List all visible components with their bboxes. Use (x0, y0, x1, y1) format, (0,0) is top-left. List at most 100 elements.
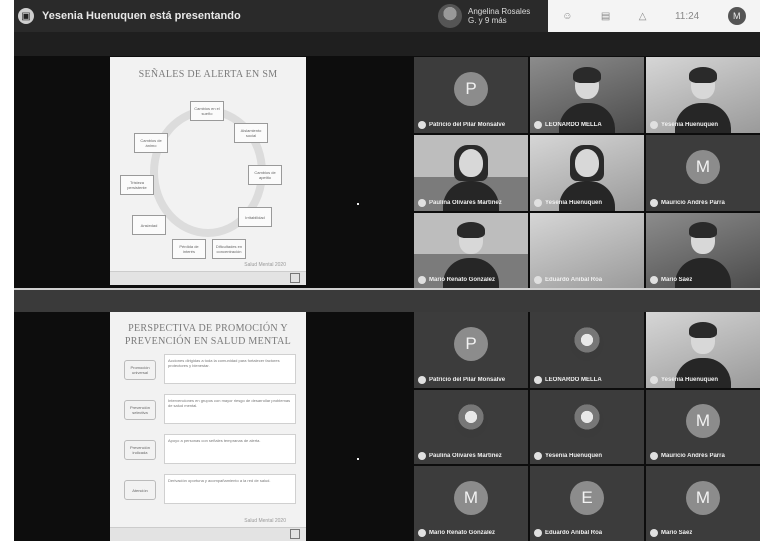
participant-tile[interactable]: P Patricio del Pilar Monsalve (414, 57, 528, 133)
row-text: Apoyo a personas con señales tempranas d… (164, 434, 296, 464)
participant-tile[interactable]: Paulina Olivares Martínez (414, 390, 528, 464)
chat-icon[interactable]: ▤ (601, 11, 610, 22)
participant-name: Paulina Olivares Martínez (429, 200, 502, 206)
meeting-screen-top: SEÑALES DE ALERTA EN SM Cambios en el su… (14, 32, 760, 288)
participant-tile[interactable]: Mario Sáez (646, 213, 760, 288)
avatar (570, 404, 604, 439)
mic-icon (534, 121, 542, 129)
participant-name: Mario Sáez (661, 530, 693, 536)
screen-header-band (14, 32, 760, 56)
mic-icon (418, 376, 426, 384)
participant-name: Yesenia Huenuquen (661, 122, 719, 128)
participant-name: Yesenia Huenuquen (545, 200, 603, 206)
participant-tile[interactable]: P Patricio del Pilar Monsalve (414, 312, 528, 388)
avatar: M (686, 404, 720, 439)
cycle-box: Irritabilidad (238, 207, 272, 227)
mic-icon (650, 276, 658, 284)
participant-name: Mauricio Andrés Parra (661, 453, 725, 459)
slide-title-line: PERSPECTIVA DE PROMOCIÓN Y (128, 323, 288, 334)
row-label: Prevención selectiva (124, 400, 156, 420)
participant-name: Paulina Olivares Martínez (429, 453, 502, 459)
row-label: Atención (124, 480, 156, 500)
participant-name: Eduardo Aníbal Roa (545, 277, 603, 283)
perspective-row: Prevención indicada Apoyo a personas con… (124, 434, 296, 466)
avatar: P (454, 71, 488, 106)
user-avatar[interactable]: M (727, 7, 746, 25)
participant-name: Mario Sáez (661, 277, 693, 283)
row-text: Intervenciones en grupos con mayor riesg… (164, 394, 296, 424)
avatar: M (454, 480, 488, 515)
pointer-icon (357, 203, 359, 205)
participant-name: Patricio del Pilar Monsalve (429, 377, 506, 383)
avatar: P (454, 326, 488, 361)
participant-tile[interactable]: Yesenia Huenuquen (646, 312, 760, 388)
people-icon[interactable]: ☺ (562, 11, 572, 22)
avatar (570, 326, 604, 361)
row-text: Acciones dirigidas a toda la comunidad p… (164, 354, 296, 384)
participant-tile[interactable]: M Mario Sáez (646, 466, 760, 541)
cycle-box: Cambios de apetito (248, 165, 282, 185)
mini-tile-name: Angelina Rosales G. y 9 más (468, 7, 531, 25)
cycle-box: Aislamiento social (234, 123, 268, 143)
mic-icon (418, 276, 426, 284)
participant-name: Yesenia Huenuquen (545, 453, 603, 459)
pointer-icon (357, 458, 359, 460)
meeting-screen-bottom: PERSPECTIVA DE PROMOCIÓN Y PREVENCIÓN EN… (14, 312, 760, 541)
participant-tile[interactable]: Yesenia Huenuquen (530, 135, 644, 211)
meeting-top-bar: ▣ Yesenia Huenuquen está presentando Ang… (14, 0, 760, 32)
avatar: E (570, 480, 604, 515)
presented-slide: SEÑALES DE ALERTA EN SM Cambios en el su… (110, 57, 306, 285)
participant-tile[interactable]: LEONARDO MELLA (530, 312, 644, 388)
activities-icon[interactable]: △ (639, 11, 647, 22)
row-label: Prevención indicada (124, 440, 156, 460)
slide-footer: Salud Mental 2020 (244, 262, 286, 268)
mic-icon (534, 199, 542, 207)
mic-icon (418, 121, 426, 129)
slide-bottom-bar (110, 271, 306, 285)
present-screen-icon: ▣ (18, 8, 34, 24)
top-controls: ☺ ▤ △ 11:24 M (548, 0, 760, 32)
avatar (454, 404, 488, 439)
clock-text: 11:24 (674, 10, 700, 22)
participant-tile[interactable]: Mario Renato Gonzalez (414, 213, 528, 288)
row-text: Derivación oportuna y acompañamiento a l… (164, 474, 296, 504)
participant-name: Patricio del Pilar Monsalve (429, 122, 506, 128)
participant-tile[interactable]: Eduardo Aníbal Roa (530, 213, 644, 288)
participant-tile[interactable]: Paulina Olivares Martínez (414, 135, 528, 211)
cycle-box: Ansiedad (132, 215, 166, 235)
participant-tile[interactable]: M Mauricio Andrés Parra (646, 135, 760, 211)
mic-icon (534, 376, 542, 384)
participant-tile[interactable]: M Mario Renato Gonzalez (414, 466, 528, 541)
participant-grid: P Patricio del Pilar Monsalve LEONARDO M… (414, 312, 760, 541)
slide-footer: Salud Mental 2020 (244, 518, 286, 524)
cycle-box: Pérdida de interés (172, 239, 206, 259)
participant-name: Mario Renato Gonzalez (429, 530, 496, 536)
participant-name: Yesenia Huenuquen (661, 377, 719, 383)
participant-name: Mario Renato Gonzalez (429, 277, 496, 283)
presenting-text: Yesenia Huenuquen está presentando (42, 10, 241, 22)
mic-icon (650, 121, 658, 129)
mic-icon (534, 529, 542, 537)
mic-icon (650, 529, 658, 537)
mic-icon (418, 452, 426, 460)
mic-icon (534, 452, 542, 460)
mic-icon (650, 452, 658, 460)
presented-slide: PERSPECTIVA DE PROMOCIÓN Y PREVENCIÓN EN… (110, 312, 306, 541)
participant-tile[interactable]: E Eduardo Aníbal Roa (530, 466, 644, 541)
slide-title: PERSPECTIVA DE PROMOCIÓN Y PREVENCIÓN EN… (110, 312, 306, 348)
participant-tile[interactable]: Yesenia Huenuquen (646, 57, 760, 133)
mini-participant-tile[interactable]: Angelina Rosales G. y 9 más (438, 4, 532, 28)
logo-icon (290, 273, 300, 283)
participant-tile[interactable]: LEONARDO MELLA (530, 57, 644, 133)
participant-name: Eduardo Aníbal Roa (545, 530, 603, 536)
participant-name: LEONARDO MELLA (545, 377, 602, 383)
avatar: M (686, 149, 720, 184)
slide-title-line: PREVENCIÓN EN SALUD MENTAL (124, 336, 292, 347)
slide-title: SEÑALES DE ALERTA EN SM (138, 69, 278, 80)
slide-bottom-bar (110, 527, 306, 541)
logo-icon (290, 529, 300, 539)
participant-tile[interactable]: M Mauricio Andrés Parra (646, 390, 760, 464)
participant-tile[interactable]: Yesenia Huenuquen (530, 390, 644, 464)
cycle-box: Cambios de ánimo (134, 133, 168, 153)
row-label: Promoción universal (124, 360, 156, 380)
